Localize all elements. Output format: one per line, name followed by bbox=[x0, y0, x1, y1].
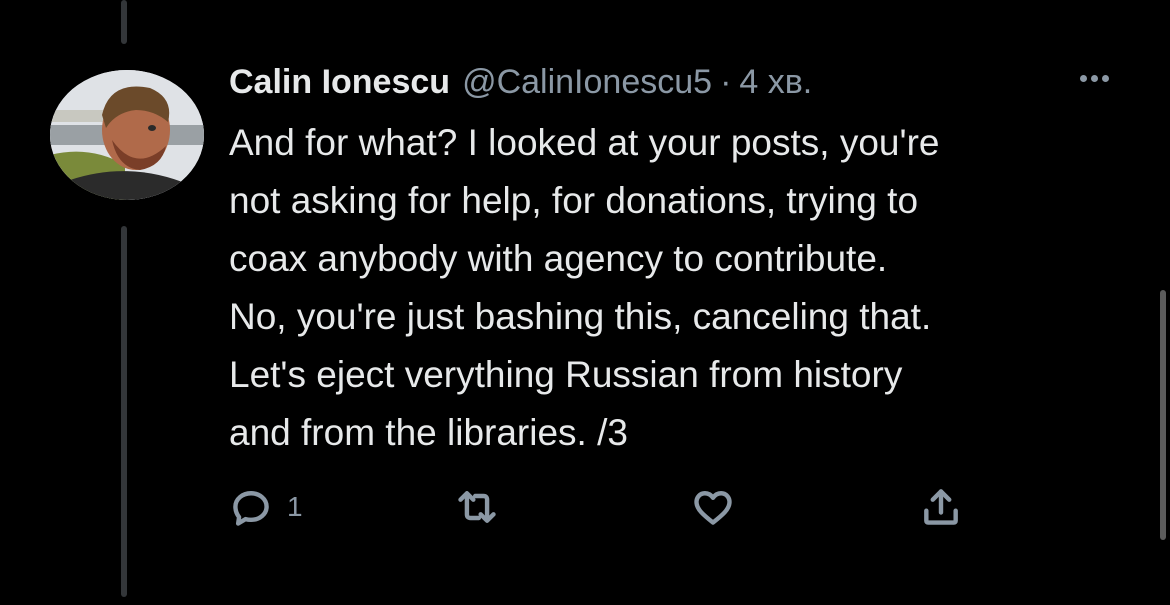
retweet-button[interactable] bbox=[455, 482, 499, 532]
tweet-text-line: coax anybody with agency to contribute. bbox=[229, 238, 888, 279]
more-options-button[interactable] bbox=[1070, 58, 1118, 98]
more-dot-icon bbox=[1079, 74, 1087, 82]
reply-count: 1 bbox=[287, 491, 303, 522]
tweet-text-line: and from the libraries. /3 bbox=[229, 412, 628, 453]
tweet-text-line: No, you're just bashing this, canceling … bbox=[229, 296, 932, 337]
tweet-header: Calin Ionescu @CalinIonescu5 · 4 хв. bbox=[229, 60, 1110, 104]
more-dot-icon bbox=[1101, 74, 1109, 82]
author-handle[interactable]: @CalinIonescu5 bbox=[462, 60, 712, 104]
tweet-timestamp[interactable]: 4 хв. bbox=[739, 60, 812, 104]
more-dot-icon bbox=[1090, 74, 1098, 82]
avatar-photo bbox=[50, 70, 204, 200]
avatar[interactable] bbox=[50, 70, 204, 200]
tweet-text: And for what? I looked at your posts, yo… bbox=[229, 114, 1129, 462]
header-separator: · bbox=[720, 63, 732, 101]
tweet-text-line: And for what? I looked at your posts, yo… bbox=[229, 122, 940, 163]
tweet-text-line: not asking for help, for donations, tryi… bbox=[229, 180, 919, 221]
reply-bubble-icon bbox=[233, 491, 269, 526]
tweet-actions: 1 bbox=[229, 482, 989, 532]
thread-line-bottom bbox=[121, 226, 127, 597]
author-name[interactable]: Calin Ionescu bbox=[229, 60, 450, 104]
reply-button[interactable]: 1 bbox=[229, 482, 303, 532]
heart-icon bbox=[694, 491, 732, 525]
scrollbar[interactable] bbox=[1160, 290, 1166, 540]
retweet-icon bbox=[458, 491, 496, 523]
thread-line-top bbox=[121, 0, 127, 44]
like-button[interactable] bbox=[691, 482, 735, 532]
share-button[interactable] bbox=[919, 482, 963, 532]
tweet-text-line: Let's eject verything Russian from histo… bbox=[229, 354, 903, 395]
share-upload-icon bbox=[924, 489, 958, 525]
